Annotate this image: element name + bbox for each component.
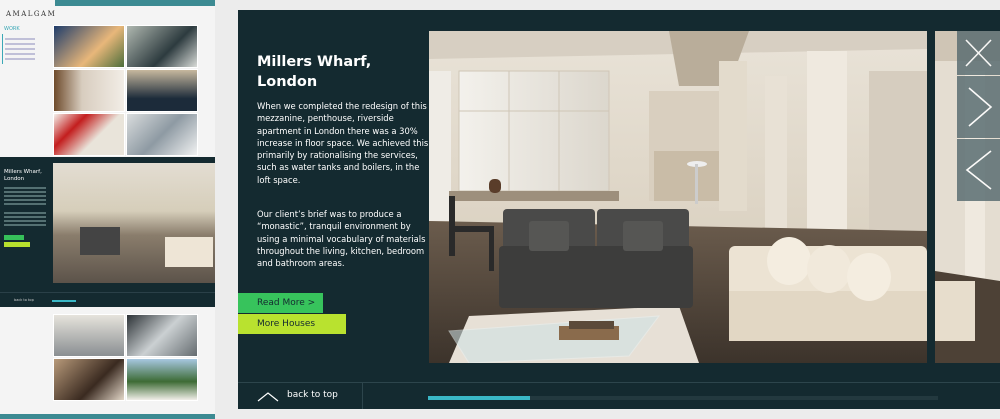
mini-title: Millers Wharf, London bbox=[4, 169, 42, 183]
read-more-button[interactable]: Read More > bbox=[238, 293, 323, 313]
mini-top-nav bbox=[55, 0, 215, 6]
mini-read-more-button bbox=[4, 235, 24, 240]
mini-title-line1: Millers Wharf, bbox=[4, 169, 42, 175]
chevron-right-icon bbox=[968, 87, 993, 127]
interior-illustration bbox=[429, 31, 927, 363]
more-houses-button[interactable]: More Houses bbox=[238, 314, 346, 334]
mini-text-line bbox=[4, 191, 46, 193]
footer-divider bbox=[362, 383, 363, 409]
mini-footer: back to top bbox=[0, 292, 215, 307]
back-to-top-label: back to top bbox=[287, 390, 338, 400]
chevron-left-icon bbox=[965, 150, 992, 190]
mini-text-line bbox=[4, 195, 46, 197]
project-title: Millers Wharf, London bbox=[257, 52, 417, 92]
mini-armchair bbox=[80, 227, 120, 255]
mini-thumb bbox=[126, 314, 198, 357]
page: AMALGAM WORK Millers Wharf, London back … bbox=[0, 0, 1000, 419]
mini-text-line bbox=[4, 216, 46, 218]
mini-text-line bbox=[4, 224, 46, 226]
next-image-button[interactable] bbox=[957, 76, 1000, 138]
mini-back-to-top: back to top bbox=[14, 298, 34, 302]
mini-nav-item bbox=[5, 53, 35, 55]
mini-thumb bbox=[126, 69, 198, 112]
slide-progress-fill bbox=[428, 396, 530, 400]
mini-text-line bbox=[4, 199, 46, 201]
mini-sidebar: WORK bbox=[0, 22, 50, 157]
back-to-top-link[interactable]: back to top bbox=[257, 387, 357, 407]
mini-thumb bbox=[126, 25, 198, 68]
close-gallery-button[interactable] bbox=[957, 31, 1000, 75]
mini-nav-selected: WORK bbox=[4, 26, 20, 32]
mini-logo: AMALGAM bbox=[6, 10, 57, 18]
mini-title-line2: London bbox=[4, 176, 25, 182]
mini-thumb bbox=[53, 314, 125, 357]
mini-thumb bbox=[53, 69, 125, 112]
slide-progress-track bbox=[428, 396, 938, 400]
mini-thumb bbox=[53, 113, 125, 156]
mini-text-line bbox=[4, 203, 46, 205]
mini-progress bbox=[52, 300, 76, 302]
mini-more-houses-button bbox=[4, 242, 30, 247]
mini-text-line bbox=[4, 212, 46, 214]
panel-footer: back to top bbox=[238, 382, 1000, 409]
mini-thumb bbox=[53, 358, 125, 401]
project-title-line1: Millers Wharf, bbox=[257, 54, 372, 70]
mini-nav-indicator bbox=[2, 34, 3, 64]
mini-thumb bbox=[126, 358, 198, 401]
mini-thumb bbox=[53, 25, 125, 68]
mini-nav-item bbox=[5, 43, 35, 45]
mini-sofa bbox=[165, 237, 213, 267]
mini-nav-item bbox=[5, 38, 35, 40]
chevron-up-icon bbox=[257, 392, 279, 402]
mini-detail-panel: Millers Wharf, London back to top bbox=[0, 157, 215, 307]
project-description-paragraph-2: Our client’s brief was to produce a “mon… bbox=[257, 209, 426, 269]
project-detail-panel: Millers Wharf, London When we completed … bbox=[238, 10, 1000, 409]
page-thumbnail-preview: AMALGAM WORK Millers Wharf, London back … bbox=[0, 0, 215, 419]
close-icon bbox=[965, 39, 992, 67]
mini-text-line bbox=[4, 187, 46, 189]
mini-thumb bbox=[126, 113, 198, 156]
project-photo bbox=[429, 31, 927, 363]
mini-nav-item bbox=[5, 58, 35, 60]
mini-bottom-strip bbox=[0, 414, 215, 419]
mini-nav-item bbox=[5, 48, 35, 50]
mini-text-line bbox=[4, 220, 46, 222]
project-title-line2: London bbox=[257, 74, 318, 90]
previous-image-button[interactable] bbox=[957, 139, 1000, 201]
project-description-paragraph-1: When we completed the redesign of this m… bbox=[257, 101, 429, 185]
